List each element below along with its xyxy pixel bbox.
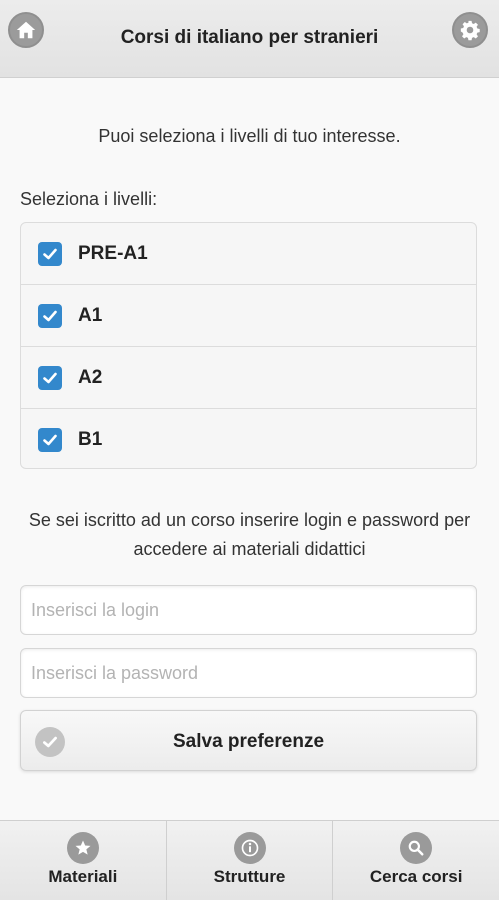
levels-label: Seleziona i livelli: xyxy=(20,189,158,209)
nav-item-materiali[interactable]: Materiali xyxy=(0,821,167,900)
gear-icon xyxy=(460,20,480,41)
star-icon xyxy=(66,832,99,864)
levels-checkbox-group: PRE-A1 A1 A2 B1 xyxy=(20,222,477,469)
nav-item-strutture[interactable]: Strutture xyxy=(166,821,334,900)
info-icon xyxy=(233,832,266,864)
level-label: PRE-A1 xyxy=(78,242,148,264)
nav-label: Cerca corsi xyxy=(369,867,463,886)
level-option-a2[interactable]: A2 xyxy=(21,347,476,409)
save-button-label: Salva preferenze xyxy=(172,731,325,752)
bottom-navbar: Materiali Strutture Cerca corsi xyxy=(0,820,499,900)
checkbox-checked-icon[interactable] xyxy=(38,428,62,452)
level-option-a1[interactable]: A1 xyxy=(21,285,476,347)
home-button[interactable] xyxy=(8,12,44,48)
level-label: B1 xyxy=(78,429,103,450)
nav-item-cerca-corsi[interactable]: Cerca corsi xyxy=(333,821,499,900)
checkbox-checked-icon[interactable] xyxy=(38,241,62,266)
login-instructions: Se sei iscritto ad un corso inserire log… xyxy=(28,510,471,559)
level-option-b1[interactable]: B1 xyxy=(21,409,476,468)
save-preferences-button[interactable]: Salva preferenze xyxy=(20,710,477,771)
home-icon xyxy=(16,21,36,39)
header-bar: Corsi di italiano per stranieri xyxy=(0,0,499,78)
settings-button[interactable] xyxy=(452,12,488,48)
nav-label: Strutture xyxy=(213,867,286,886)
page-title: Corsi di italiano per stranieri xyxy=(120,27,379,48)
level-label: A1 xyxy=(78,304,103,326)
login-input[interactable] xyxy=(20,585,477,635)
search-icon xyxy=(400,832,433,864)
level-option-pre-a1[interactable]: PRE-A1 xyxy=(21,223,476,285)
checkbox-checked-icon[interactable] xyxy=(38,365,62,390)
level-label: A2 xyxy=(78,366,103,388)
checkbox-checked-icon[interactable] xyxy=(38,303,62,328)
password-input[interactable] xyxy=(20,648,477,698)
intro-text: Puoi seleziona i livelli di tuo interess… xyxy=(98,126,401,146)
nav-label: Materiali xyxy=(48,867,118,886)
